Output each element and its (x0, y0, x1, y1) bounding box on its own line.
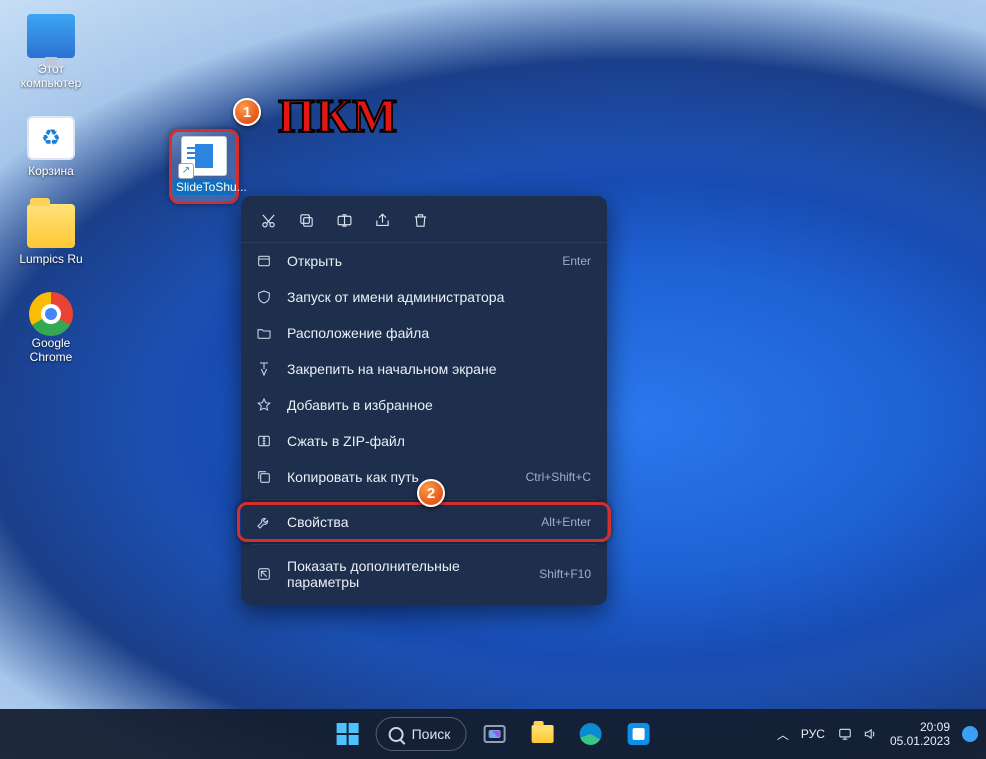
task-view-icon (483, 725, 505, 743)
volume-icon (862, 727, 878, 741)
network-icon (837, 727, 853, 741)
menu-item-run-as-admin[interactable]: Запуск от имени администратора (241, 279, 607, 315)
menu-item-pin-to-start[interactable]: Закрепить на начальном экране (241, 351, 607, 387)
folder-icon (531, 725, 553, 743)
menu-item-properties[interactable]: Свойства Alt+Enter (241, 504, 607, 540)
desktop-icons: Этот компьютер ♻ Корзина Lumpics Ru Goog… (14, 14, 88, 364)
folder-icon (27, 204, 75, 248)
clock-time: 20:09 (890, 720, 950, 734)
desktop[interactable]: Этот компьютер ♻ Корзина Lumpics Ru Goog… (0, 0, 986, 759)
taskbar-search[interactable]: Поиск (376, 717, 467, 751)
menu-item-label: Добавить в избранное (287, 397, 591, 413)
taskbar-file-explorer[interactable] (522, 714, 562, 754)
folder-icon (255, 324, 273, 342)
menu-item-open[interactable]: Открыть Enter (241, 243, 607, 279)
menu-item-label: Открыть (287, 253, 548, 269)
tray-system-icons[interactable] (837, 727, 878, 741)
tray-language[interactable]: РУС (801, 727, 825, 741)
shortcut-icon: ↗ (181, 136, 227, 176)
menu-item-label: Закрепить на начальном экране (287, 361, 591, 377)
desktop-icon-this-pc[interactable]: Этот компьютер (14, 14, 88, 90)
tray-overflow-button[interactable]: ︿ (777, 726, 789, 743)
menu-item-label: Расположение файла (287, 325, 591, 341)
desktop-icon-label: Google Chrome (14, 336, 88, 364)
task-view-button[interactable] (474, 714, 514, 754)
pin-icon (255, 360, 273, 378)
menu-item-shortcut: Shift+F10 (539, 567, 591, 581)
recycle-bin-icon: ♻ (27, 116, 75, 160)
menu-item-show-more-options[interactable]: Показать дополнительные параметры Shift+… (241, 549, 607, 599)
menu-item-label: Сжать в ZIP-файл (287, 433, 591, 449)
zip-icon (255, 432, 273, 450)
open-icon (255, 252, 273, 270)
clock-date: 05.01.2023 (890, 734, 950, 748)
context-menu-toolbar (241, 196, 607, 243)
menu-item-label: Показать дополнительные параметры (287, 558, 525, 590)
shortcut-label: SlideToShu... (174, 179, 234, 195)
selected-shortcut[interactable]: ↗ SlideToShu... (169, 129, 239, 204)
menu-item-file-location[interactable]: Расположение файла (241, 315, 607, 351)
desktop-icon-label: Lumpics Ru (14, 252, 88, 266)
menu-item-shortcut: Enter (562, 254, 591, 268)
annotation-marker-1: 1 (233, 98, 261, 126)
menu-item-label: Копировать как путь (287, 469, 512, 485)
desktop-icon-chrome[interactable]: Google Chrome (14, 292, 88, 364)
menu-item-label: Запуск от имени администратора (287, 289, 591, 305)
taskbar-microsoft-store[interactable] (618, 714, 658, 754)
taskbar-search-label: Поиск (412, 726, 451, 742)
delete-button[interactable] (403, 204, 437, 236)
shield-icon (255, 288, 273, 306)
taskbar-center: Поиск (328, 714, 659, 754)
annotation-marker-2: 2 (417, 479, 445, 507)
annotation-text-rmb: ПКМ (278, 89, 398, 144)
monitor-icon (27, 14, 75, 58)
cut-button[interactable] (251, 204, 285, 236)
menu-item-compress-zip[interactable]: Сжать в ZIP-файл (241, 423, 607, 459)
taskbar: Поиск ︿ РУС 20:09 05.01.2023 (0, 709, 986, 759)
context-separator (251, 544, 597, 545)
context-menu: Открыть Enter Запуск от имени администра… (241, 196, 607, 605)
chrome-icon (29, 292, 73, 336)
star-icon (255, 396, 273, 414)
windows-logo-icon (337, 723, 359, 745)
taskbar-edge[interactable] (570, 714, 610, 754)
rename-button[interactable] (327, 204, 361, 236)
wrench-icon (255, 513, 273, 531)
menu-item-shortcut: Ctrl+Shift+C (526, 470, 591, 484)
start-button[interactable] (328, 714, 368, 754)
menu-item-add-favorite[interactable]: Добавить в избранное (241, 387, 607, 423)
tray-clock[interactable]: 20:09 05.01.2023 (890, 720, 950, 748)
search-icon (389, 727, 404, 742)
taskbar-tray: ︿ РУС 20:09 05.01.2023 (777, 720, 978, 748)
copy-button[interactable] (289, 204, 323, 236)
menu-item-shortcut: Alt+Enter (541, 515, 591, 529)
desktop-icon-folder-lumpics[interactable]: Lumpics Ru (14, 204, 88, 266)
menu-item-label: Свойства (287, 514, 527, 530)
desktop-icon-label: Корзина (14, 164, 88, 178)
share-button[interactable] (365, 204, 399, 236)
edge-icon (579, 723, 601, 745)
desktop-icon-recycle-bin[interactable]: ♻ Корзина (14, 116, 88, 178)
desktop-icon-label: Этот компьютер (14, 62, 88, 90)
shortcut-arrow-overlay: ↗ (178, 163, 194, 179)
copy-path-icon (255, 468, 273, 486)
expand-icon (255, 565, 273, 583)
store-icon (627, 723, 649, 745)
tray-notifications[interactable] (962, 726, 978, 742)
